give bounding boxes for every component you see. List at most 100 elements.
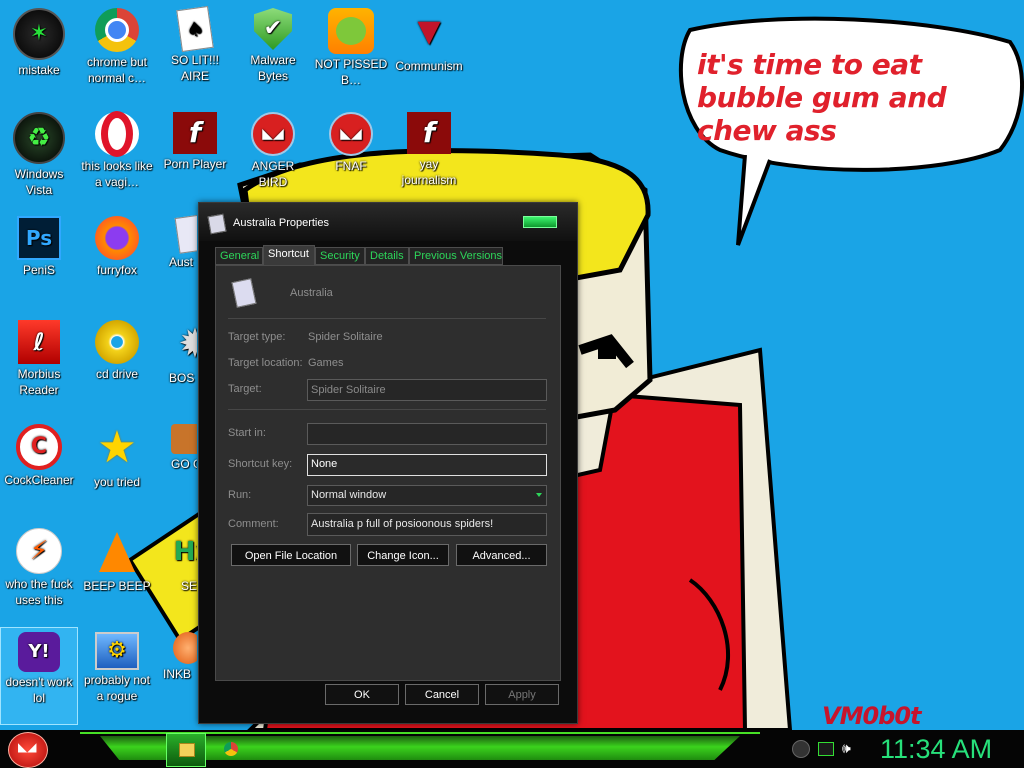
open-file-location-button[interactable]: Open File Location [231, 544, 351, 566]
desktop-icon-inkb[interactable]: INKB [157, 628, 197, 724]
target-location-label: Target location: [228, 357, 303, 369]
computer-gear-icon: ⚙ [95, 632, 139, 670]
start-in-label: Start in: [228, 427, 266, 439]
desktop-icon-not-pissed[interactable]: NOT PISSED B… [313, 4, 389, 100]
tab-shortcut[interactable]: Shortcut [263, 245, 315, 265]
desktop-icon-opera[interactable]: this looks like a vagi… [79, 108, 155, 204]
desktop-icon-furryfox[interactable]: furryfox [79, 212, 155, 308]
change-icon-button[interactable]: Change Icon... [357, 544, 449, 566]
divider [228, 318, 546, 319]
desktop-icon-who-uses-this[interactable]: ⚡ who the fuck uses this [1, 524, 77, 620]
start-in-field[interactable] [307, 423, 547, 445]
shortcut-key-field[interactable]: None [307, 454, 547, 476]
desktop-icon-chrome[interactable]: chrome but normal c… [79, 4, 155, 100]
desktop-icon-label: doesn't work lol [5, 675, 73, 705]
comment-field[interactable]: Australia p full of posioonous spiders! [307, 513, 547, 536]
desktop-icon-label: Communism [395, 59, 463, 73]
shortcut-file-icon [231, 278, 257, 308]
wallpaper-signature: VM0b0t [822, 702, 922, 730]
desktop-icon-mistake[interactable]: ✶ mistake [1, 4, 77, 100]
desktop-icon-windows-vista[interactable]: ♻ Windows Vista [1, 108, 77, 204]
ccleaner-icon: C [16, 424, 62, 470]
chrome-icon [95, 8, 139, 52]
briefcase-icon [171, 424, 197, 454]
tray-overflow-icon[interactable] [792, 740, 810, 758]
desktop-icon-label: PeniS [22, 263, 56, 277]
balloon-icon [173, 632, 197, 664]
ok-button[interactable]: OK [325, 684, 399, 705]
desktop-icon-label: yay journalism [401, 157, 457, 187]
start-button[interactable]: ◣◢ [8, 732, 48, 768]
desktop-icon-label: chrome but normal c… [86, 55, 148, 85]
solitaire-icon [174, 214, 197, 254]
solitaire-icon [207, 213, 227, 235]
shortcut-name: Australia [290, 287, 333, 299]
chevron-down-icon [536, 493, 542, 497]
desktop-icon-porn-player[interactable]: f Porn Player [157, 108, 233, 204]
desktop-icon-you-tried[interactable]: ★ you tried [79, 420, 155, 516]
desktop-icon-penis[interactable]: Ps PeniS [1, 212, 77, 308]
desktop-icon-probably-not-rogue[interactable]: ⚙ probably not a rogue [79, 628, 155, 724]
desktop-icon-anger-bird[interactable]: ◣◢ ANGER BIRD [235, 108, 311, 204]
desktop-icon-communism[interactable]: ▼ Communism [391, 4, 467, 100]
speech-bubble-text: it's time to eat bubble gum and chew ass [697, 48, 947, 147]
clock[interactable]: 11:34 AM [880, 733, 992, 765]
opera-icon [95, 111, 139, 157]
shield-icon: ✔ [254, 8, 292, 50]
advanced-button[interactable]: Advanced... [456, 544, 547, 566]
properties-dialog: Australia Properties General Shortcut Se… [198, 202, 578, 724]
network-icon[interactable] [818, 742, 834, 756]
star-icon: ★ [97, 422, 137, 473]
desktop-icon-label: NOT PISSED B… [314, 57, 388, 87]
yahoo-icon: Y! [18, 632, 60, 672]
folder-icon [179, 743, 195, 757]
desktop-icon-so-lit-aire[interactable]: ♠ SO LIT!!! AIRE [157, 4, 233, 100]
apply-button[interactable]: Apply [485, 684, 559, 705]
gear-icon: ✹ [178, 321, 197, 367]
cancel-button[interactable]: Cancel [405, 684, 479, 705]
desktop-icon-go-gadg[interactable]: GO GADG [157, 420, 197, 516]
desktop-icon-australia[interactable]: Aust [157, 212, 197, 308]
desktop-icon-malware-bytes[interactable]: ✔ Malware Bytes [235, 4, 311, 100]
taskbar: ◣◢ 🕪 11:34 AM [0, 730, 1024, 768]
lightning-icon: ⚡ [16, 528, 62, 574]
desktop-icon-beep-beep[interactable]: BEEP BEEP [79, 524, 155, 620]
run-select[interactable]: Normal window [307, 485, 547, 506]
tab-general[interactable]: General [215, 247, 263, 265]
taskbar-item-chrome[interactable] [212, 733, 250, 765]
photoshop-icon: Ps [17, 216, 61, 260]
desktop-icon-cockcleaner[interactable]: C CockCleaner [1, 420, 77, 516]
flash-icon: f [173, 112, 217, 154]
desktop-icon-label: this looks like a vagi… [81, 159, 153, 189]
tab-details[interactable]: Details [365, 247, 409, 265]
divider [228, 409, 546, 410]
desktop-icon-label: INKB [163, 667, 192, 681]
acrobat-icon: ℓ [18, 320, 60, 364]
desktop-icon-label: Porn Player [163, 157, 227, 171]
desktop-icon-doesnt-work[interactable]: Y! doesn't work lol [0, 627, 78, 725]
desktop-icon-se-edit[interactable]: Hx SE EDIT [157, 524, 197, 620]
desktop-icon-label: FNAF [335, 159, 367, 173]
desktop-icon-label: mistake [18, 63, 60, 77]
desktop-icon-label: CockCleaner [4, 473, 74, 487]
desktop-icon-morbius-reader[interactable]: ℓ Morbius Reader [1, 316, 77, 412]
dialog-titlebar[interactable]: Australia Properties [199, 203, 577, 241]
desktop-icon-fnaf[interactable]: ◣◢ FNAF [313, 108, 389, 204]
desktop-icon-label: you tried [93, 475, 141, 489]
hex-editor-icon: Hx [173, 537, 197, 567]
volume-icon[interactable]: 🕪 [842, 740, 858, 756]
desktop-icon-yay-journalism[interactable]: f yay journalism [391, 108, 467, 204]
desktop-icon-cd-drive[interactable]: cd drive [79, 316, 155, 412]
tab-security[interactable]: Security [315, 247, 365, 265]
desktop-icon-label: furryfox [96, 263, 137, 277]
close-button[interactable] [523, 216, 557, 228]
emblem-icon: ▼ [417, 14, 441, 49]
desktop-icon-bos-simul[interactable]: ✹ BOS SIMUL [157, 316, 197, 412]
vlc-icon [93, 528, 141, 576]
angry-bird-icon: ◣◢ [18, 740, 37, 754]
target-field[interactable]: Spider Solitaire [307, 379, 547, 401]
tab-previous-versions[interactable]: Previous Versions [409, 247, 503, 265]
desktop-icon-label: Windows Vista [14, 167, 64, 197]
taskbar-item-explorer[interactable] [166, 733, 206, 767]
shortcut-panel: Australia Target type: Spider Solitaire … [215, 265, 561, 681]
